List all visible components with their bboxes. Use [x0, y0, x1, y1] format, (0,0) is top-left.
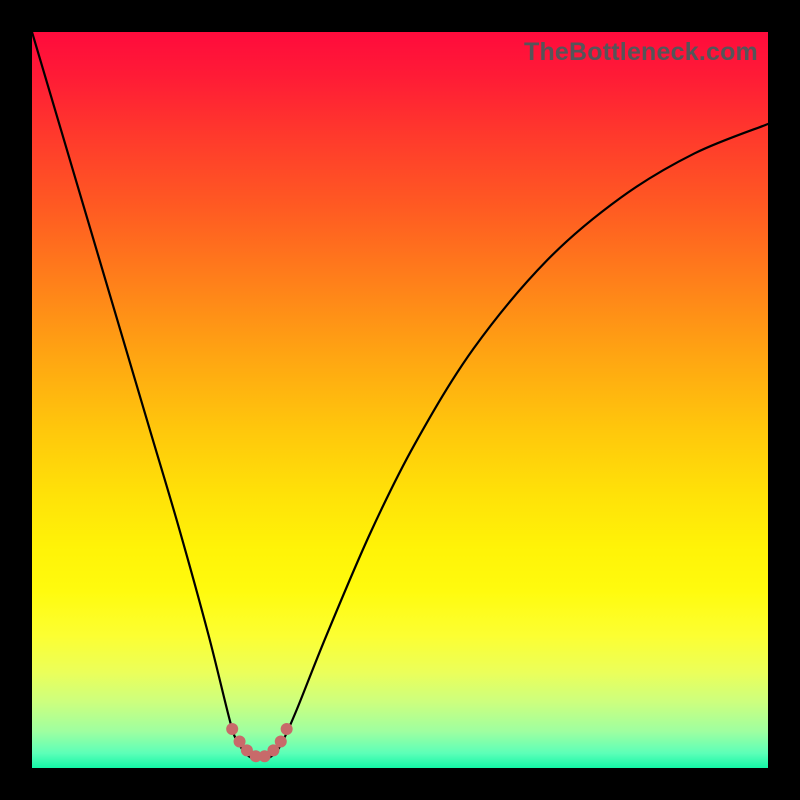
curve-layer: [32, 32, 768, 768]
bottleneck-curve: [32, 32, 768, 759]
chart-frame: TheBottleneck.com: [0, 0, 800, 800]
marker-group: [226, 723, 292, 762]
curve-marker: [226, 723, 238, 735]
curve-marker: [275, 736, 287, 748]
plot-area: TheBottleneck.com: [32, 32, 768, 768]
curve-marker: [281, 723, 293, 735]
